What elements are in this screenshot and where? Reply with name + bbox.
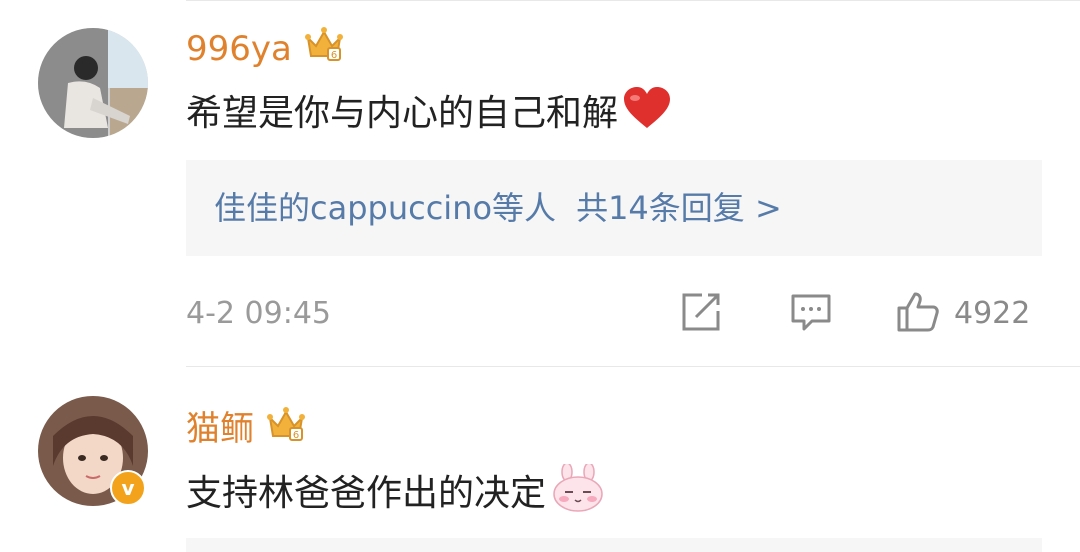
verified-v-icon: v (110, 470, 146, 506)
shy-bunny-emoji-icon (552, 462, 604, 523)
username-text: 996ya (186, 28, 292, 69)
svg-text:6: 6 (293, 430, 299, 441)
svg-text:v: v (121, 476, 134, 500)
like-icon (896, 290, 940, 338)
svg-text:6: 6 (331, 50, 337, 61)
like-button[interactable]: 4922 (896, 292, 1030, 336)
reply-count-link[interactable]: 共14条回复 > (576, 189, 782, 227)
comment-divider (186, 366, 1080, 367)
share-icon (680, 291, 722, 337)
reply-summary-partial (186, 538, 1042, 552)
comment-text: 支持林爸爸作出的决定 (186, 462, 604, 523)
reply-users[interactable]: 佳佳的cappuccino等人 (214, 189, 556, 227)
like-count: 4922 (954, 296, 1031, 331)
username-text: 猫鲕 (186, 408, 254, 449)
comment-button[interactable] (790, 292, 832, 336)
crown-badge-icon: 6 (266, 404, 306, 453)
comment-time: 4-2 09:45 (186, 296, 331, 331)
comment-icon (790, 291, 832, 337)
share-button[interactable] (680, 292, 722, 336)
crown-badge-icon: 6 (304, 24, 344, 73)
comment-body: 希望是你与内心的自己和解 (186, 92, 619, 134)
comment-text: 希望是你与内心的自己和解 (186, 86, 672, 141)
username[interactable]: 996ya 6 (186, 24, 344, 73)
reply-summary[interactable]: 佳佳的cappuccino等人 共14条回复 > (186, 160, 1042, 256)
comment-body: 支持林爸爸作出的决定 (186, 472, 547, 514)
username[interactable]: 猫鲕 6 (186, 404, 306, 453)
avatar[interactable] (38, 28, 148, 138)
top-divider (186, 0, 1080, 1)
heart-emoji-icon (622, 86, 672, 141)
